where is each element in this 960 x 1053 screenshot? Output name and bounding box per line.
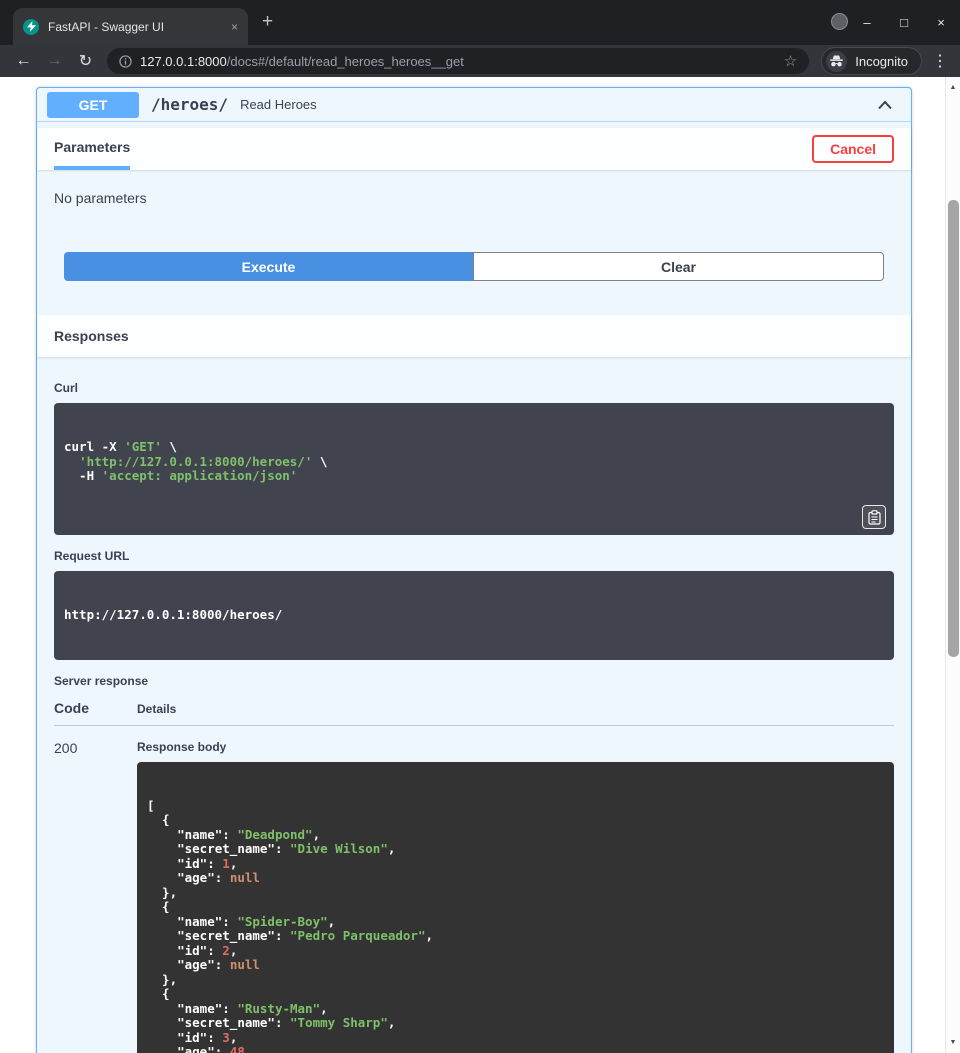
url-path: /docs#/default/read_heroes_heroes__get bbox=[227, 54, 464, 69]
response-table-header: Code Details bbox=[54, 700, 894, 726]
collapse-chevron-icon[interactable] bbox=[877, 100, 893, 110]
response-body-block: [ { "name": "Deadpond", "secret_name": "… bbox=[137, 762, 894, 1053]
response-details: Response body [ { "name": "Deadpond", "s… bbox=[137, 740, 894, 1053]
responses-header: Responses bbox=[37, 315, 911, 357]
status-code: 200 bbox=[54, 740, 137, 1053]
code-column-header: Code bbox=[54, 700, 137, 716]
no-parameters-text: No parameters bbox=[37, 170, 911, 252]
fastapi-favicon-icon bbox=[23, 19, 39, 35]
endpoint-path: /heroes/ bbox=[151, 95, 228, 114]
execute-row: Execute Clear bbox=[37, 252, 911, 315]
parameters-tab-label: Parameters bbox=[54, 139, 130, 155]
response-body-label: Response body bbox=[137, 740, 894, 754]
execute-button[interactable]: Execute bbox=[64, 252, 473, 281]
curl-label: Curl bbox=[54, 381, 894, 395]
tab-title: FastAPI - Swagger UI bbox=[48, 20, 222, 34]
minimize-button[interactable]: – bbox=[860, 15, 874, 30]
address-bar[interactable]: 127.0.0.1:8000/docs#/default/read_heroes… bbox=[107, 48, 809, 74]
bookmark-star-icon[interactable]: ☆ bbox=[784, 52, 797, 70]
scroll-up-icon[interactable]: ▲ bbox=[946, 80, 960, 95]
responses-title: Responses bbox=[54, 328, 129, 344]
browser-menu-icon[interactable]: ⋮ bbox=[928, 51, 952, 71]
browser-window: FastAPI - Swagger UI × + – □ × ← → ↻ 127… bbox=[0, 0, 960, 1053]
window-controls: – □ × bbox=[860, 0, 948, 45]
details-column-header: Details bbox=[137, 702, 176, 716]
tab-close-icon[interactable]: × bbox=[231, 20, 238, 34]
endpoint-summary: Read Heroes bbox=[240, 97, 317, 112]
browser-toolbar: ← → ↻ 127.0.0.1:8000/docs#/default/read_… bbox=[0, 45, 960, 77]
clear-button[interactable]: Clear bbox=[473, 252, 884, 281]
request-url-label: Request URL bbox=[54, 549, 894, 563]
request-url-block: http://127.0.0.1:8000/heroes/ bbox=[54, 571, 894, 660]
opblock-summary[interactable]: GET /heroes/ Read Heroes bbox=[37, 88, 911, 122]
parameters-header: Parameters Cancel bbox=[37, 128, 911, 170]
browser-tab[interactable]: FastAPI - Swagger UI × bbox=[13, 8, 248, 45]
incognito-label: Incognito bbox=[855, 54, 908, 69]
page-scrollbar[interactable]: ▲ ▼ bbox=[945, 77, 960, 1053]
cancel-button[interactable]: Cancel bbox=[812, 135, 894, 163]
responses-inner: Curl curl -X 'GET' \ 'http://127.0.0.1:8… bbox=[37, 357, 911, 1053]
forward-button[interactable]: → bbox=[39, 52, 70, 70]
copy-curl-button[interactable] bbox=[862, 505, 886, 529]
opblock-get-heroes: GET /heroes/ Read Heroes Parameters Canc… bbox=[36, 87, 912, 1053]
new-tab-button[interactable]: + bbox=[262, 12, 273, 31]
response-row-200: 200 Response body [ { "name": "Deadpond"… bbox=[54, 726, 894, 1053]
media-controls-icon[interactable] bbox=[831, 13, 848, 30]
maximize-button[interactable]: □ bbox=[897, 15, 911, 30]
swagger-page: GET /heroes/ Read Heroes Parameters Canc… bbox=[0, 77, 960, 1053]
browser-titlebar: FastAPI - Swagger UI × + – □ × bbox=[0, 0, 960, 45]
back-button[interactable]: ← bbox=[8, 52, 39, 70]
scroll-down-icon[interactable]: ▼ bbox=[946, 1035, 960, 1050]
url-text: 127.0.0.1:8000/docs#/default/read_heroes… bbox=[140, 54, 776, 69]
scrollbar-thumb[interactable] bbox=[948, 200, 959, 657]
method-badge: GET bbox=[47, 92, 139, 118]
server-response-label: Server response bbox=[54, 674, 894, 688]
parameters-tab[interactable]: Parameters bbox=[54, 128, 130, 170]
url-host: 127.0.0.1:8000 bbox=[140, 54, 227, 69]
response-body-json: [ { "name": "Deadpond", "secret_name": "… bbox=[147, 799, 884, 1053]
request-url-text: http://127.0.0.1:8000/heroes/ bbox=[64, 608, 884, 623]
site-info-icon[interactable] bbox=[119, 55, 132, 68]
curl-command-text: curl -X 'GET' \ 'http://127.0.0.1:8000/h… bbox=[64, 440, 884, 484]
reload-button[interactable]: ↻ bbox=[70, 51, 101, 71]
incognito-badge: Incognito bbox=[821, 47, 922, 75]
curl-command-block: curl -X 'GET' \ 'http://127.0.0.1:8000/h… bbox=[54, 403, 894, 535]
close-window-button[interactable]: × bbox=[934, 15, 948, 30]
incognito-icon bbox=[826, 51, 847, 72]
